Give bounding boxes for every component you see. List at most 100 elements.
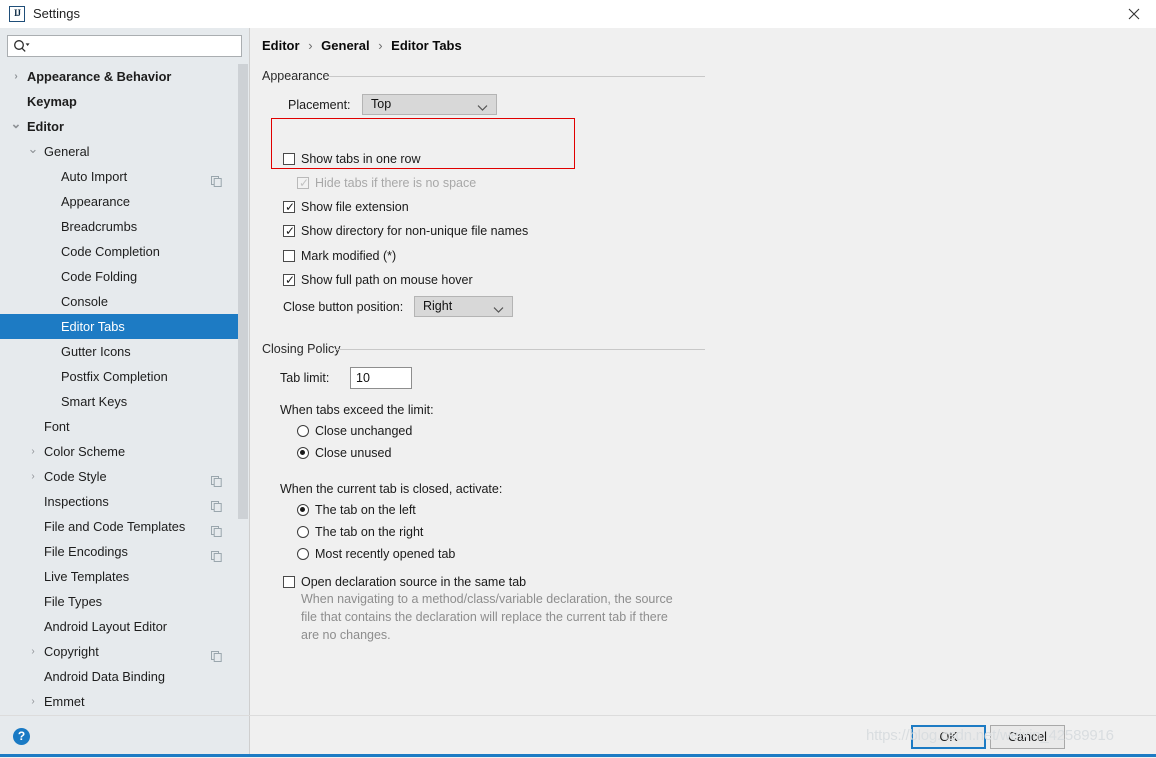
- settings-tree[interactable]: › Appearance & Behavior Keymap ⌄ Editor ⌄ Gene…: [0, 64, 249, 714]
- checkbox-box: ✓: [283, 273, 296, 287]
- radio-label: Close unused: [315, 446, 392, 460]
- sidebar-item-editor-tabs[interactable]: Editor Tabs: [0, 314, 249, 339]
- radio-circle: [297, 526, 309, 538]
- sidebar-item-label: Live Templates: [44, 569, 130, 584]
- when-tabs-exceed-limit-label: When tabs exceed the limit:: [280, 403, 434, 417]
- sidebar-item-appearance-behavior[interactable]: › Appearance & Behavior: [0, 64, 249, 89]
- sidebar-item-file-types[interactable]: File Types: [0, 589, 249, 614]
- sidebar-item-label: Gutter Icons: [61, 344, 131, 359]
- radio-label: Close unchanged: [315, 424, 413, 438]
- radio-label: The tab on the right: [315, 525, 424, 539]
- search-box[interactable]: [7, 35, 242, 58]
- checkbox-box: ✓: [283, 224, 296, 238]
- ok-button[interactable]: OK: [911, 725, 986, 749]
- checkbox-box: [283, 576, 295, 588]
- appearance-group-rule: [325, 76, 705, 77]
- tab-limit-input[interactable]: [350, 367, 412, 389]
- breadcrumb-item-general[interactable]: General: [321, 38, 369, 53]
- chevron-down-icon[interactable]: ⌄: [26, 139, 40, 159]
- sidebar-item-label: Postfix Completion: [61, 369, 168, 384]
- sidebar-item-copyright[interactable]: › Copyright: [0, 639, 249, 664]
- search-icon: [13, 39, 30, 57]
- chevron-down-icon: [493, 301, 504, 320]
- checkbox-box: ✓: [297, 176, 310, 190]
- sidebar-item-live-templates[interactable]: Live Templates: [0, 564, 249, 589]
- radio-label: The tab on the left: [315, 503, 416, 517]
- radio-circle: [297, 548, 309, 560]
- sidebar-item-font[interactable]: Font: [0, 414, 249, 439]
- sidebar-item-smart-keys[interactable]: Smart Keys: [0, 389, 249, 414]
- sidebar-item-code-completion[interactable]: Code Completion: [0, 239, 249, 264]
- sidebar-item-label: Appearance: [61, 194, 131, 209]
- breadcrumb-separator: ›: [308, 38, 313, 53]
- open-declaration-hint-line-2: file that contains the declaration will …: [301, 610, 668, 624]
- sidebar-item-label: Inspections: [44, 494, 109, 509]
- chevron-right-icon[interactable]: ›: [26, 689, 40, 714]
- footer-left-pane: ?: [0, 716, 250, 757]
- sidebar-scrollbar-track[interactable]: [238, 64, 249, 714]
- sidebar-item-label: File Encodings: [44, 544, 128, 559]
- sidebar-item-emmet[interactable]: › Emmet: [0, 689, 249, 714]
- open-declaration-hint-line-1: When navigating to a method/class/variab…: [301, 592, 673, 606]
- sidebar-item-android-layout-editor[interactable]: Android Layout Editor: [0, 614, 249, 639]
- sidebar-item-inspections[interactable]: Inspections: [0, 489, 249, 514]
- sidebar-item-keymap[interactable]: Keymap: [0, 89, 249, 114]
- sidebar-item-console[interactable]: Console: [0, 289, 249, 314]
- open-declaration-hint-line-3: are no changes.: [301, 628, 391, 642]
- sidebar-item-file-and-code-templates[interactable]: File and Code Templates: [0, 514, 249, 539]
- sidebar-scrollbar-thumb[interactable]: [238, 64, 248, 519]
- breadcrumb-separator: ›: [378, 38, 383, 53]
- sidebar-item-code-style[interactable]: › Code Style: [0, 464, 249, 489]
- sidebar-item-label: Code Style: [44, 469, 107, 484]
- sidebar-item-color-scheme[interactable]: › Color Scheme: [0, 439, 249, 464]
- checkbox-label: Open declaration source in the same tab: [301, 575, 527, 589]
- close-button-position-label: Close button position:: [283, 300, 404, 314]
- close-button-position-dropdown[interactable]: Right: [414, 296, 513, 317]
- chevron-right-icon[interactable]: ›: [26, 439, 40, 464]
- breadcrumb-item-editor-tabs: Editor Tabs: [391, 38, 462, 53]
- placement-dropdown[interactable]: Top: [362, 94, 497, 115]
- sidebar-item-breadcrumbs[interactable]: Breadcrumbs: [0, 214, 249, 239]
- chevron-right-icon[interactable]: ›: [26, 639, 40, 664]
- sidebar-item-label: Auto Import: [61, 169, 128, 184]
- sidebar-item-label: Appearance & Behavior: [27, 69, 172, 84]
- sidebar-item-label: Android Data Binding: [44, 669, 165, 684]
- sidebar-item-general[interactable]: ⌄ General: [0, 139, 249, 164]
- settings-content-panel: Editor › General › Editor Tabs Appearanc…: [250, 28, 1156, 715]
- sidebar-item-label: Keymap: [27, 94, 77, 109]
- when-current-tab-closed-label: When the current tab is closed, activate…: [280, 482, 503, 496]
- breadcrumb-item-editor[interactable]: Editor: [262, 38, 300, 53]
- sidebar-item-code-folding[interactable]: Code Folding: [0, 264, 249, 289]
- checkbox-label: Mark modified (*): [301, 249, 397, 263]
- sidebar-item-label: Smart Keys: [61, 394, 128, 409]
- sidebar-item-label: Editor Tabs: [61, 319, 125, 334]
- sidebar-item-file-encodings[interactable]: File Encodings: [0, 539, 249, 564]
- sidebar-item-android-data-binding[interactable]: Android Data Binding: [0, 664, 249, 689]
- sidebar-item-label: File Types: [44, 594, 103, 609]
- chevron-right-icon[interactable]: ›: [26, 464, 40, 489]
- sidebar-item-gutter-icons[interactable]: Gutter Icons: [0, 339, 249, 364]
- sidebar-item-label: Copyright: [44, 644, 99, 659]
- sidebar-item-label: General: [44, 144, 90, 159]
- sidebar-item-appearance[interactable]: Appearance: [0, 189, 249, 214]
- sidebar-item-label: Color Scheme: [44, 444, 126, 459]
- sidebar-item-label: Emmet: [44, 694, 85, 709]
- sidebar-item-editor[interactable]: ⌄ Editor: [0, 114, 249, 139]
- help-icon[interactable]: ?: [13, 728, 30, 745]
- dialog-footer: ? OK Cancel: [0, 715, 1156, 758]
- appearance-group-title: Appearance: [262, 69, 330, 83]
- checkbox-label: Show directory for non-unique file names: [301, 224, 529, 238]
- close-icon[interactable]: [1112, 0, 1156, 28]
- search-input[interactable]: [36, 36, 240, 58]
- sidebar-item-postfix-completion[interactable]: Postfix Completion: [0, 364, 249, 389]
- sidebar-item-auto-import[interactable]: Auto Import: [0, 164, 249, 189]
- placement-value: Top: [371, 97, 392, 111]
- cancel-button[interactable]: Cancel: [990, 725, 1065, 749]
- placement-label: Placement:: [288, 98, 351, 112]
- chevron-down-icon[interactable]: ⌄: [9, 114, 23, 134]
- sidebar-item-label: Editor: [27, 119, 64, 134]
- window-title: Settings: [33, 6, 80, 21]
- close-button-position-value: Right: [423, 299, 453, 313]
- closing-policy-group-title: Closing Policy: [262, 342, 341, 356]
- chevron-right-icon[interactable]: ›: [9, 64, 23, 89]
